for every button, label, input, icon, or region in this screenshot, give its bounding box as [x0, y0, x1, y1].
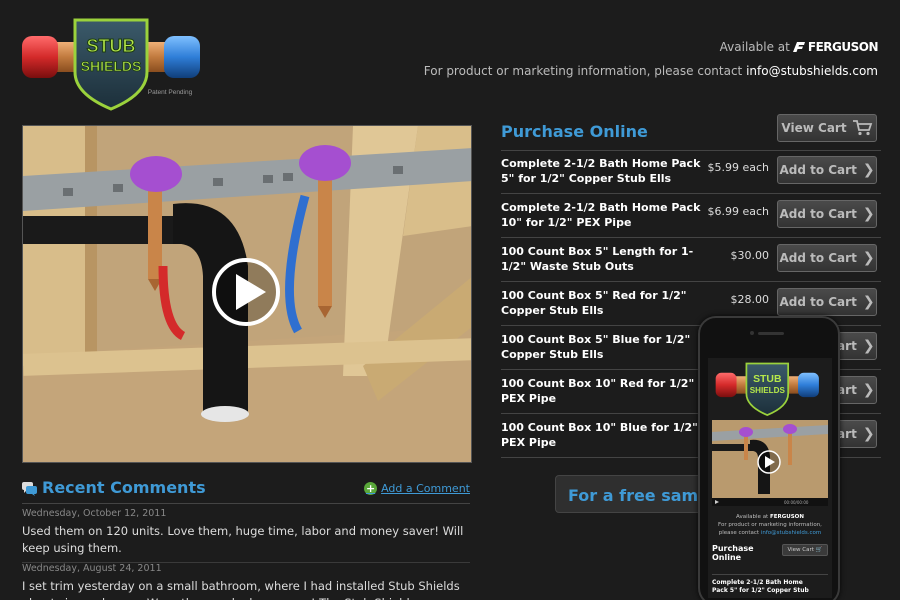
product-price: $6.99 each [707, 205, 769, 218]
add-comment-label[interactable]: Add a Comment [381, 482, 470, 495]
product-name: 100 Count Box 5" Red for 1/2" Copper Stu… [501, 289, 687, 317]
view-cart-button[interactable]: View Cart [777, 114, 877, 142]
product-price: $28.00 [730, 293, 770, 306]
chevron-right-icon: ❯ [862, 294, 875, 310]
phone-contact-line1: For product or marketing information, [718, 522, 822, 528]
phone-purchase-title: Purchase Online [712, 544, 754, 562]
available-label: Available at [719, 40, 790, 54]
patent-pending-text: Patent Pending [148, 89, 193, 96]
available-at-ferguson: Available at FERGUSON [719, 40, 879, 54]
chat-bubble-icon [22, 482, 37, 496]
product-row: Complete 2-1/2 Bath Home Pack 5" for 1/2… [501, 150, 881, 194]
contact-prefix: For product or marketing information, pl… [423, 64, 743, 78]
phone-logo: STUB SHIELDS [712, 360, 822, 418]
chevron-right-icon: ❯ [862, 162, 875, 178]
product-video[interactable] [22, 125, 472, 463]
phone-video-time: 00:00/00:00 [784, 500, 809, 505]
recent-comments-header: Recent Comments + Add a Comment [22, 478, 470, 504]
phone-screen: STUB SHIELDS 00:00/00:00 Available at FE… [708, 358, 832, 598]
ferguson-mark-icon [792, 42, 805, 52]
add-to-cart-label: Add to Cart [779, 207, 857, 221]
phone-product-item: Complete 2-1/2 Bath Home Pack 5" for 1/2… [712, 574, 828, 595]
phone-mockup: STUB SHIELDS 00:00/00:00 Available at FE… [698, 316, 840, 600]
add-to-cart-button[interactable]: Add to Cart ❯ [777, 244, 877, 272]
product-name: Complete 2-1/2 Bath Home Pack 10" for 1/… [501, 201, 701, 229]
phone-retailer: FERGUSON [769, 514, 804, 520]
add-to-cart-label: Add to Cart [779, 251, 857, 265]
contact-line: For product or marketing information, pl… [424, 64, 878, 78]
comment-text: I set trim yesterday on a small bathroom… [22, 579, 460, 600]
phone-contact-block: Available at FERGUSON For product or mar… [708, 513, 832, 537]
phone-view-cart-button[interactable]: View Cart 🛒 [782, 544, 828, 556]
product-name: Complete 2-1/2 Bath Home Pack 5" for 1/2… [501, 157, 701, 185]
chevron-right-icon: ❯ [862, 206, 875, 222]
product-row: Complete 2-1/2 Bath Home Pack 10" for 1/… [501, 194, 881, 238]
phone-logo-text-line1: STUB [753, 374, 782, 385]
chevron-right-icon: ❯ [862, 382, 875, 398]
recent-comments-title: Recent Comments [42, 478, 206, 497]
phone-available-label: Available at [736, 514, 769, 520]
product-price: $30.00 [730, 249, 770, 262]
add-to-cart-button[interactable]: Add to Cart ❯ [777, 288, 877, 316]
add-to-cart-label: Add to Cart [779, 163, 857, 177]
product-price: $5.99 each [707, 161, 769, 174]
product-name: 100 Count Box 5" Length for 1-1/2" Waste… [501, 245, 694, 273]
comment-item: Wednesday, October 12, 2011 Used them on… [22, 508, 470, 557]
add-to-cart-button[interactable]: Add to Cart ❯ [777, 156, 877, 184]
comment-text: Used them on 120 units. Love them, huge … [22, 524, 464, 555]
add-to-cart-label: Add to Cart [779, 295, 857, 309]
phone-contact-email[interactable]: info@stubshields.com [761, 530, 821, 536]
phone-cart-icon: 🛒 [815, 547, 823, 553]
add-comment-link[interactable]: + Add a Comment [364, 482, 470, 495]
chevron-right-icon: ❯ [862, 250, 875, 266]
purchase-online-title: Purchase Online [501, 122, 648, 141]
phone-logo-text-line2: SHIELDS [750, 386, 786, 395]
comment-date: Wednesday, August 24, 2011 [22, 563, 162, 574]
chevron-right-icon: ❯ [862, 426, 875, 442]
plus-icon: + [364, 482, 378, 495]
comment-item: Wednesday, August 24, 2011 I set trim ye… [22, 562, 470, 600]
cart-icon [852, 120, 872, 136]
phone-play-icon[interactable] [757, 450, 781, 474]
retailer-name[interactable]: FERGUSON [808, 40, 879, 54]
product-name: 100 Count Box 5" Blue for 1/2" Copper St… [501, 333, 691, 361]
logo-text-line2: SHIELDS [81, 58, 142, 74]
product-name: 100 Count Box 10" Blue for 1/2" PEX Pipe [501, 421, 698, 449]
phone-video[interactable]: 00:00/00:00 [712, 420, 828, 506]
view-cart-label: View Cart [781, 121, 847, 135]
contact-email-link[interactable]: info@stubshields.com [746, 64, 878, 78]
logo-text-line1: STUB [87, 36, 136, 56]
phone-contact-prefix: please contact [718, 530, 760, 536]
product-row: 100 Count Box 5" Length for 1-1/2" Waste… [501, 238, 881, 282]
phone-speaker [758, 332, 784, 335]
chevron-right-icon: ❯ [862, 338, 875, 354]
add-to-cart-button[interactable]: Add to Cart ❯ [777, 200, 877, 228]
comment-date: Wednesday, October 12, 2011 [22, 508, 167, 519]
phone-camera [750, 331, 754, 335]
play-icon[interactable] [212, 258, 280, 326]
product-name: 100 Count Box 10" Red for 1/2" PEX Pipe [501, 377, 695, 405]
stub-shields-logo[interactable]: STUB SHIELDS Patent Pending [18, 14, 203, 114]
